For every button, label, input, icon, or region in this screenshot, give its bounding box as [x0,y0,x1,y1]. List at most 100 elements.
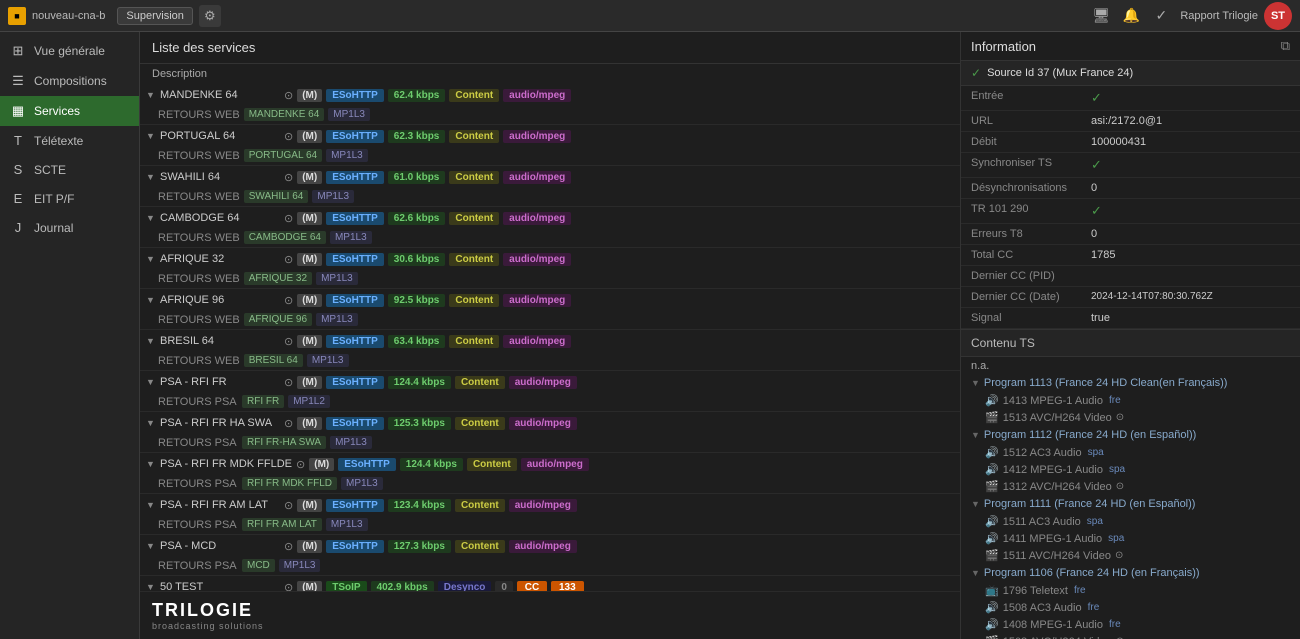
content-area: Liste des services Description ▼ MANDENK… [140,32,1300,639]
list-item: ▼ PORTUGAL 64 ⊙ (M) ESoHTTP 62.3 kbps Co… [140,125,960,166]
info-field-tr101: TR 101 290 ✓ [961,199,1300,224]
service-row-mandenke[interactable]: ▼ MANDENKE 64 ⊙ (M) ESoHTTP 62.4 kbps Co… [140,84,960,106]
sidebar-item-vue-generale[interactable]: ⊞ Vue générale [0,36,139,66]
service-row-psa-rfi-swa[interactable]: ▼ PSA - RFI FR HA SWA ⊙ (M) ESoHTTP 125.… [140,412,960,434]
sidebar-label-journal: Journal [34,221,73,235]
service-sub-psa-mcd: RETOURS PSA MCD MP1L3 [140,557,960,575]
expand-icon[interactable]: ▼ [146,254,156,264]
info-field-desynchro: Désynchronisations 0 [961,178,1300,199]
list-item: ▼ SWAHILI 64 ⊙ (M) ESoHTTP 61.0 kbps Con… [140,166,960,207]
supervision-button[interactable]: Supervision [117,7,192,25]
program-1111[interactable]: ▼ Program 1111 (France 24 HD (en Español… [961,495,1300,513]
sidebar-item-eit-pf[interactable]: E EIT P/F [0,184,139,213]
prog1106-audio2: 🔊 1408 MPEG-1 Audio fre [961,616,1300,633]
sidebar-label-compositions: Compositions [34,74,107,88]
expand-icon[interactable]: ▼ [146,418,156,428]
service-sub-mandenke: RETOURS WEB MANDENKE 64 MP1L3 [140,106,960,124]
list-item: ▼ AFRIQUE 32 ⊙ (M) ESoHTTP 30.6 kbps Con… [140,248,960,289]
service-row-bresil[interactable]: ▼ BRESIL 64 ⊙ (M) ESoHTTP 63.4 kbps Cont… [140,330,960,352]
services-table[interactable]: Description ▼ MANDENKE 64 ⊙ (M) ESoHTTP … [140,64,960,591]
info-title: Information [971,39,1036,54]
sidebar-item-teletexte[interactable]: T Télétexte [0,126,139,155]
sidebar-label-scte: SCTE [34,163,66,177]
service-row-portugal[interactable]: ▼ PORTUGAL 64 ⊙ (M) ESoHTTP 62.3 kbps Co… [140,125,960,147]
prog1112-audio1: 🔊 1512 AC3 Audio spa [961,444,1300,461]
source-text: Source Id 37 (Mux France 24) [987,67,1133,79]
expand-icon[interactable]: ▼ [146,459,156,469]
list-item: ▼ CAMBODGE 64 ⊙ (M) ESoHTTP 62.6 kbps Co… [140,207,960,248]
list-item: ▼ 50 TEST ⊙ (M) TSoIP 402.9 kbps Desynco… [140,576,960,591]
sidebar-label-vue-generale: Vue générale [34,44,105,58]
prog1111-audio1: 🔊 1511 AC3 Audio spa [961,513,1300,530]
expand-icon[interactable]: ▼ [146,213,156,223]
source-check-icon: ✓ [971,66,981,80]
service-row-cambodge[interactable]: ▼ CAMBODGE 64 ⊙ (M) ESoHTTP 62.6 kbps Co… [140,207,960,229]
list-item: ▼ PSA - RFI FR ⊙ (M) ESoHTTP 124.4 kbps … [140,371,960,412]
contenu-ts-header: Contenu TS [961,329,1300,357]
sidebar-label-services: Services [34,104,80,118]
info-field-total-cc: Total CC 1785 [961,245,1300,266]
service-row-psa-rfi[interactable]: ▼ PSA - RFI FR ⊙ (M) ESoHTTP 124.4 kbps … [140,371,960,393]
info-field-debit: Débit 100000431 [961,132,1300,153]
info-field-dernier-cc-date: Dernier CC (Date) 2024-12-14T07:80:30.76… [961,287,1300,308]
service-sub-psa-rfi-amlat: RETOURS PSA RFI FR AM LAT MP1L3 [140,516,960,534]
info-fields: Entrée ✓ URL asi:/2172.0@1 Débit 1000004… [961,86,1300,639]
prog1106-audio1: 🔊 1508 AC3 Audio fre [961,599,1300,616]
prog1106-teletext: 📺 1796 Teletext fre [961,582,1300,599]
expand-icon[interactable]: ▼ [146,500,156,510]
expand-icon[interactable]: ▼ [146,131,156,141]
prog1106-video1: 🎬 1508 AVC/H264 Video ⊙ [961,633,1300,639]
info-field-signal: Signal true [961,308,1300,329]
sidebar-label-eit: EIT P/F [34,192,74,206]
sidebar-item-journal[interactable]: J Journal [0,213,139,242]
monitor-icon[interactable]: 🖥 [1090,5,1112,27]
na-item: n.a. [961,357,1300,374]
prog1111-audio2: 🔊 1411 MPEG-1 Audio spa [961,530,1300,547]
expand-icon[interactable]: ▼ [146,377,156,387]
prog1112-audio2: 🔊 1412 MPEG-1 Audio spa [961,461,1300,478]
list-item: ▼ AFRIQUE 96 ⊙ (M) ESoHTTP 92.5 kbps Con… [140,289,960,330]
services-title: Liste des services [152,40,255,55]
settings-icon[interactable]: ⚙ [199,5,221,27]
service-row-afrique32[interactable]: ▼ AFRIQUE 32 ⊙ (M) ESoHTTP 30.6 kbps Con… [140,248,960,270]
topbar: ■ nouveau-cna-b Supervision ⚙ 🖥 🔔 ✓ Rapp… [0,0,1300,32]
user-name: Rapport Trilogie [1180,10,1258,22]
list-item: ▼ PSA - RFI FR MDK FFLDE ⊙ (M) ESoHTTP 1… [140,453,960,494]
expand-icon[interactable]: ▼ [146,541,156,551]
user-info: Rapport Trilogie ST [1180,2,1292,30]
info-field-erreurs: Erreurs T8 0 [961,224,1300,245]
service-row-afrique96[interactable]: ▼ AFRIQUE 96 ⊙ (M) ESoHTTP 92.5 kbps Con… [140,289,960,311]
service-row-swahili[interactable]: ▼ SWAHILI 64 ⊙ (M) ESoHTTP 61.0 kbps Con… [140,166,960,188]
sidebar-item-services[interactable]: ▦ Services [0,96,139,126]
brand-sub: broadcasting solutions [152,621,948,631]
expand-icon[interactable]: ▼ [146,295,156,305]
info-expand-icon[interactable]: ⧉ [1281,38,1290,54]
program-1113[interactable]: ▼ Program 1113 (France 24 HD Clean(en Fr… [961,374,1300,392]
check-icon[interactable]: ✓ [1150,5,1172,27]
prog1111-video1: 🎬 1511 AVC/H264 Video ⊙ [961,547,1300,564]
info-field-entree: Entrée ✓ [961,86,1300,111]
expand-icon[interactable]: ▼ [146,336,156,346]
service-sub-bresil: RETOURS WEB BRESIL 64 MP1L3 [140,352,960,370]
info-source-row: ✓ Source Id 37 (Mux France 24) [961,61,1300,86]
sidebar-item-scte[interactable]: S SCTE [0,155,139,184]
service-row-psa-mcd[interactable]: ▼ PSA - MCD ⊙ (M) ESoHTTP 127.3 kbps Con… [140,535,960,557]
user-avatar[interactable]: ST [1264,2,1292,30]
expand-icon[interactable]: ▼ [146,90,156,100]
teletexte-icon: T [10,133,26,148]
sidebar-label-teletexte: Télétexte [34,134,83,148]
eit-icon: E [10,191,26,206]
bell-icon[interactable]: 🔔 [1120,5,1142,27]
expand-icon[interactable]: ▼ [146,582,156,591]
app-logo: ■ [8,7,26,25]
service-row-psa-rfi-mdk[interactable]: ▼ PSA - RFI FR MDK FFLDE ⊙ (M) ESoHTTP 1… [140,453,960,475]
service-sub-psa-rfi-swa: RETOURS PSA RFI FR-HA SWA MP1L3 [140,434,960,452]
topbar-right: 🖥 🔔 ✓ Rapport Trilogie ST [1090,2,1292,30]
service-row-psa-rfi-amlat[interactable]: ▼ PSA - RFI FR AM LAT ⊙ (M) ESoHTTP 123.… [140,494,960,516]
journal-icon: J [10,220,26,235]
program-1106[interactable]: ▼ Program 1106 (France 24 HD (en Françai… [961,564,1300,582]
expand-icon[interactable]: ▼ [146,172,156,182]
program-1112[interactable]: ▼ Program 1112 (France 24 HD (en Español… [961,426,1300,444]
service-row-50test[interactable]: ▼ 50 TEST ⊙ (M) TSoIP 402.9 kbps Desynco… [140,576,960,591]
sidebar-item-compositions[interactable]: ☰ Compositions [0,66,139,96]
